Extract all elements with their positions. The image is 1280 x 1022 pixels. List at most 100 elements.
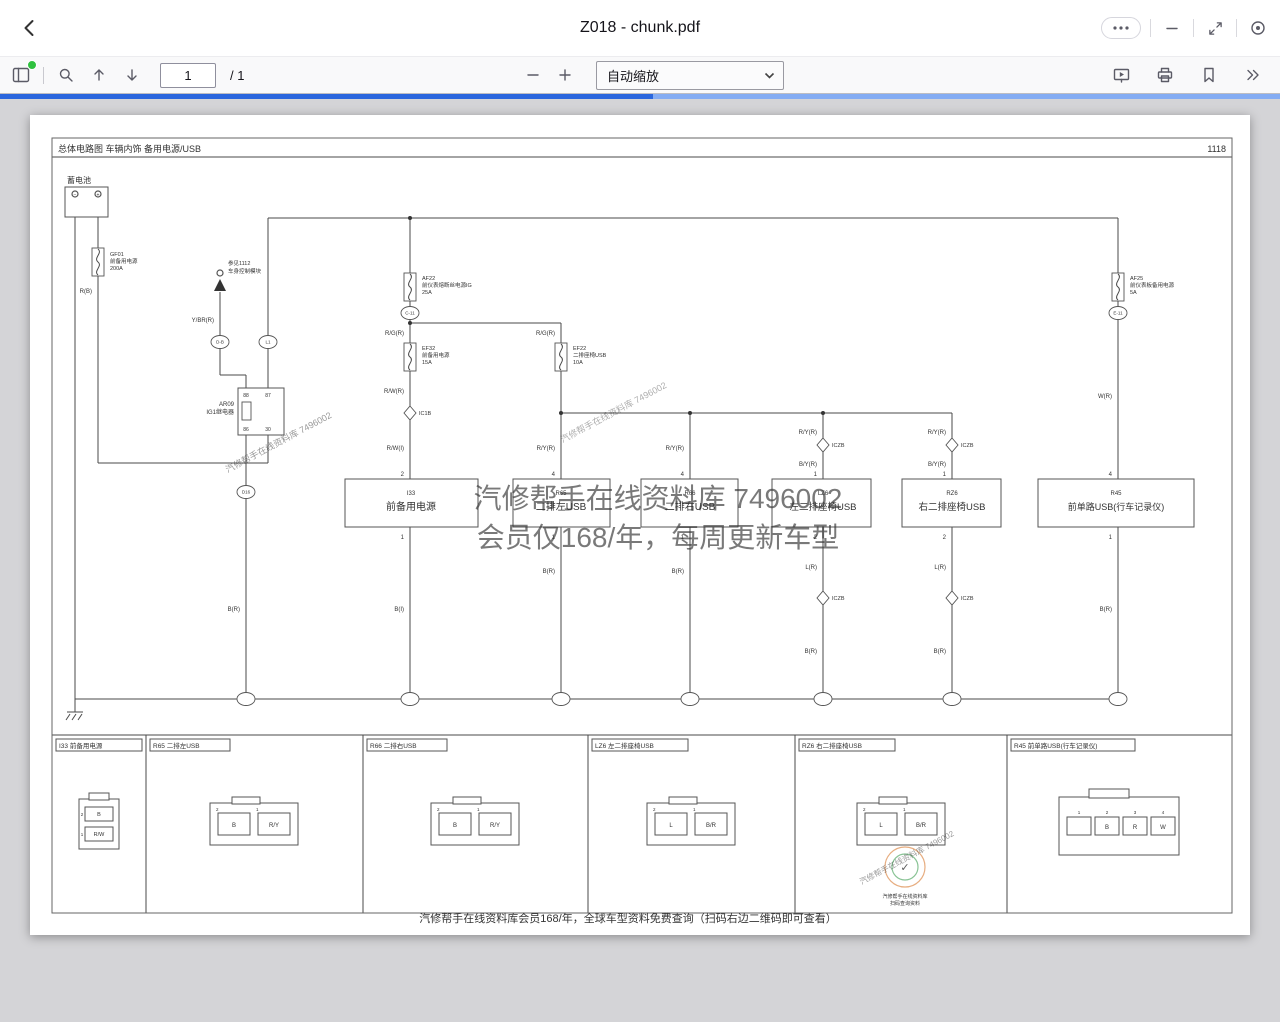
divider [1236, 19, 1237, 37]
svg-text:5A: 5A [1130, 290, 1137, 296]
search-icon [58, 67, 74, 83]
svg-text:15A: 15A [422, 360, 432, 366]
svg-text:R66 二排右USB: R66 二排右USB [370, 741, 417, 750]
svg-text:前仪表板备用电源: 前仪表板备用电源 [1130, 281, 1175, 289]
presentation-mode-button[interactable] [1108, 62, 1134, 88]
svg-text:B/Y(R): B/Y(R) [799, 462, 817, 468]
svg-text:前仪表熔断丝电源IG: 前仪表熔断丝电源IG [422, 281, 472, 289]
svg-text:D16: D16 [242, 490, 251, 495]
svg-text:88: 88 [243, 393, 249, 399]
svg-text:B(R): B(R) [805, 649, 817, 655]
svg-text:B/Y(R): B/Y(R) [928, 462, 946, 468]
svg-text:前单路USB(行车记录仪): 前单路USB(行车记录仪) [1068, 501, 1165, 512]
svg-text:R/G(R): R/G(R) [385, 331, 404, 337]
svg-text:B(R): B(R) [1100, 607, 1112, 613]
overflow-menu-button[interactable] [1101, 17, 1141, 39]
svg-text:LZ6 左二排座椅USB: LZ6 左二排座椅USB [595, 741, 654, 750]
svg-text:I33: I33 [407, 491, 416, 497]
svg-text:4: 4 [1109, 472, 1113, 478]
bookmark-button[interactable] [1196, 62, 1222, 88]
svg-text:ICZB: ICZB [961, 443, 974, 449]
svg-text:GF01: GF01 [110, 252, 124, 258]
plus-icon [558, 68, 572, 82]
loading-progress-bar [0, 94, 1280, 99]
sidebar-toggle-button[interactable] [8, 62, 34, 88]
toolbar-left-group: / 1 [8, 62, 244, 88]
window-controls [1101, 16, 1270, 40]
svg-text:✓: ✓ [900, 862, 909, 874]
svg-text:右二排座椅USB: 右二排座椅USB [918, 501, 985, 513]
svg-text:Y/BR(R): Y/BR(R) [192, 318, 214, 324]
svg-text:B(I): B(I) [394, 607, 404, 613]
divider [1150, 19, 1151, 37]
svg-text:W(R): W(R) [1098, 394, 1112, 400]
svg-text:汽修帮手在线资料库 7496002: 汽修帮手在线资料库 7496002 [558, 379, 668, 444]
svg-text:ICZB: ICZB [961, 596, 974, 602]
more-tools-button[interactable] [1240, 62, 1266, 88]
pdf-page: D-BL1D16C-11E-11IC1BICZBICZBICZBICZB总体电路… [30, 115, 1250, 935]
svg-text:E-11: E-11 [1113, 311, 1123, 316]
svg-text:AR09: AR09 [219, 402, 235, 408]
zoom-select[interactable]: 自动缩放 [596, 61, 784, 90]
svg-text:R/Y(R): R/Y(R) [666, 446, 684, 452]
bookmark-icon [1202, 67, 1216, 83]
pdf-toolbar: / 1 自动缩放 [0, 57, 1280, 94]
minimize-button[interactable] [1160, 16, 1184, 40]
svg-text:B(R): B(R) [672, 569, 684, 575]
svg-text:参见1112: 参见1112 [228, 259, 250, 267]
svg-text:总体电路图 车辆内饰 备用电源/USB: 总体电路图 车辆内饰 备用电源/USB [58, 143, 201, 154]
arrow-up-icon [91, 67, 107, 83]
svg-text:1: 1 [1109, 535, 1113, 541]
divider [1193, 19, 1194, 37]
svg-text:EF22: EF22 [573, 346, 586, 352]
svg-text:车身控制模块: 车身控制模块 [228, 267, 262, 275]
page-number-input[interactable] [160, 63, 216, 88]
svg-text:R65 二排左USB: R65 二排左USB [153, 741, 200, 750]
record-button[interactable] [1246, 16, 1270, 40]
svg-text:L(R): L(R) [805, 565, 817, 571]
target-icon [1250, 20, 1266, 36]
chevron-left-icon [20, 18, 40, 38]
svg-text:R/Y(R): R/Y(R) [537, 446, 555, 452]
svg-text:10A: 10A [573, 360, 583, 366]
svg-text:AF25: AF25 [1130, 276, 1143, 282]
print-icon [1157, 67, 1173, 83]
zoom-in-button[interactable] [552, 62, 578, 88]
svg-text:2: 2 [401, 472, 405, 478]
svg-text:B: B [97, 812, 101, 818]
double-chevron-right-icon [1245, 68, 1261, 82]
page-up-button[interactable] [86, 62, 112, 88]
divider [43, 67, 44, 84]
svg-text:R/W(I): R/W(I) [387, 446, 404, 452]
notification-dot [27, 60, 37, 70]
arrow-down-icon [124, 67, 140, 83]
svg-text:会员仅168/年，每周更新车型: 会员仅168/年，每周更新车型 [477, 522, 840, 553]
svg-text:前备用电源: 前备用电源 [386, 500, 436, 513]
pdf-viewer-area[interactable]: D-BL1D16C-11E-11IC1BICZBICZBICZBICZB总体电路… [0, 99, 1280, 1022]
svg-text:C-11: C-11 [405, 311, 415, 316]
ellipsis-icon [1112, 25, 1130, 31]
svg-text:R/Y(R): R/Y(R) [928, 430, 946, 436]
svg-text:前备用电源: 前备用电源 [422, 351, 450, 359]
back-button[interactable] [14, 12, 46, 44]
svg-text:ICZB: ICZB [832, 596, 845, 602]
svg-text:I33 前备用电源: I33 前备用电源 [59, 741, 103, 750]
svg-text:R/Y: R/Y [490, 823, 500, 829]
svg-text:IG1继电器: IG1继电器 [206, 408, 234, 416]
svg-text:二排座椅USB: 二排座椅USB [573, 351, 607, 359]
svg-text:前备用电源: 前备用电源 [110, 257, 138, 265]
maximize-restore-button[interactable] [1203, 16, 1227, 40]
page-down-button[interactable] [119, 62, 145, 88]
print-button[interactable] [1152, 62, 1178, 88]
find-button[interactable] [53, 62, 79, 88]
zoom-out-button[interactable] [520, 62, 546, 88]
svg-text:B/R: B/R [916, 823, 927, 829]
svg-text:B/R: B/R [706, 823, 717, 829]
svg-text:RZ6 右二排座椅USB: RZ6 右二排座椅USB [802, 741, 862, 750]
minimize-icon [1165, 21, 1179, 35]
sidebar-icon [12, 67, 30, 83]
svg-text:B(R): B(R) [934, 649, 946, 655]
svg-text:扫码查询资料: 扫码查询资料 [890, 900, 920, 907]
svg-text:2: 2 [943, 535, 947, 541]
svg-text:30: 30 [265, 427, 271, 433]
